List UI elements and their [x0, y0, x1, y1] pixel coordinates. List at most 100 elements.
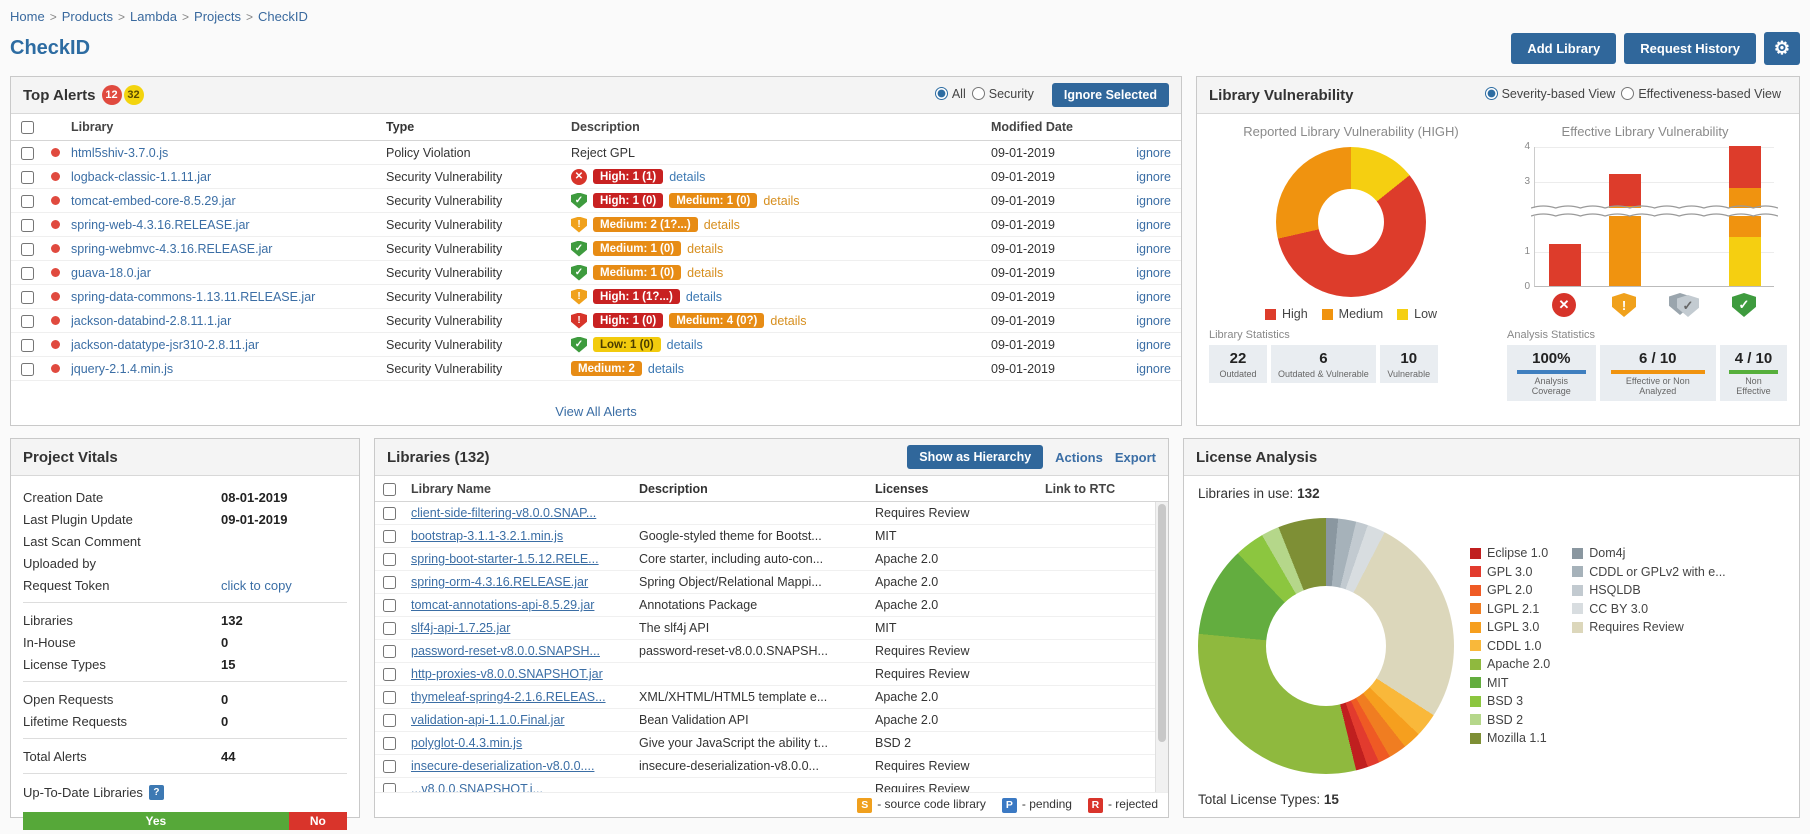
library-row-checkbox[interactable] [383, 622, 396, 635]
vulnerability-view-option[interactable]: Effectiveness-based View [1621, 87, 1781, 101]
library-name-link[interactable]: polyglot-0.4.3.min.js [411, 736, 522, 750]
alert-row-checkbox[interactable] [21, 339, 34, 352]
alerts-filter-radio[interactable] [972, 87, 985, 100]
ignore-link[interactable]: ignore [1136, 290, 1171, 304]
alerts-filter-option[interactable]: All [935, 87, 966, 101]
alert-row-checkbox[interactable] [21, 315, 34, 328]
vulnerability-view-radio[interactable] [1485, 87, 1498, 100]
library-row-checkbox[interactable] [383, 553, 396, 566]
alert-row-checkbox[interactable] [21, 195, 34, 208]
ignore-link[interactable]: ignore [1136, 170, 1171, 184]
settings-gear-button[interactable]: ⚙ [1764, 32, 1800, 65]
alert-row-checkbox[interactable] [21, 267, 34, 280]
vital-label: Request Token [23, 578, 221, 593]
details-link[interactable]: details [669, 170, 705, 184]
alert-library-link[interactable]: spring-webmvc-4.3.16.RELEASE.jar [71, 242, 272, 256]
library-name-link[interactable]: password-reset-v8.0.0.SNAPSH... [411, 644, 600, 658]
library-name-link[interactable]: spring-boot-starter-1.5.12.RELE... [411, 552, 599, 566]
library-row-checkbox[interactable] [383, 668, 396, 681]
ignore-link[interactable]: ignore [1136, 146, 1171, 160]
details-link[interactable]: details [687, 266, 723, 280]
library-row-checkbox[interactable] [383, 737, 396, 750]
library-row-checkbox[interactable] [383, 645, 396, 658]
library-name-link[interactable]: thymeleaf-spring4-2.1.6.RELEAS... [411, 690, 606, 704]
alert-library-link[interactable]: spring-web-4.3.16.RELEASE.jar [71, 218, 250, 232]
alert-library-link[interactable]: tomcat-embed-core-8.5.29.jar [71, 194, 236, 208]
show-as-hierarchy-button[interactable]: Show as Hierarchy [907, 445, 1043, 469]
ignore-selected-button[interactable]: Ignore Selected [1052, 83, 1169, 107]
alert-library-link[interactable]: jackson-datatype-jsr310-2.8.11.jar [71, 338, 259, 352]
request-token-copy-link[interactable]: click to copy [221, 578, 292, 593]
select-all-alerts-checkbox[interactable] [21, 121, 34, 134]
alert-library-link[interactable]: jackson-databind-2.8.11.1.jar [71, 314, 231, 328]
library-name-link[interactable]: ...v8.0.0.SNAPSHOT.j... [411, 782, 543, 792]
select-all-libraries-checkbox[interactable] [383, 483, 396, 496]
libraries-table-header: Library Name Description Licenses Link t… [375, 476, 1168, 502]
library-name-link[interactable]: validation-api-1.1.0.Final.jar [411, 713, 565, 727]
library-name-link[interactable]: http-proxies-v8.0.0.SNAPSHOT.jar [411, 667, 603, 681]
ignore-link[interactable]: ignore [1136, 338, 1171, 352]
alert-modified-date: 09-01-2019 [991, 170, 1111, 184]
library-row-checkbox[interactable] [383, 576, 396, 589]
alert-library-link[interactable]: html5shiv-3.7.0.js [71, 146, 168, 160]
alert-library-link[interactable]: guava-18.0.jar [71, 266, 151, 280]
alert-row-checkbox[interactable] [21, 243, 34, 256]
breadcrumb-link-home[interactable]: Home [10, 9, 45, 24]
library-name-link[interactable]: spring-orm-4.3.16.RELEASE.jar [411, 575, 588, 589]
library-name-link[interactable]: bootstrap-3.1.1-3.2.1.min.js [411, 529, 563, 543]
ignore-link[interactable]: ignore [1136, 242, 1171, 256]
alert-row-checkbox[interactable] [21, 147, 34, 160]
scrollbar-track[interactable] [1155, 502, 1168, 792]
details-link[interactable]: details [763, 194, 799, 208]
ignore-link[interactable]: ignore [1136, 194, 1171, 208]
scrollbar-thumb[interactable] [1158, 504, 1166, 742]
library-license: Requires Review [875, 759, 1045, 773]
library-row-checkbox[interactable] [383, 691, 396, 704]
details-link[interactable]: details [648, 362, 684, 376]
library-row-checkbox[interactable] [383, 599, 396, 612]
alert-row-checkbox[interactable] [21, 171, 34, 184]
alert-row-checkbox[interactable] [21, 291, 34, 304]
details-link[interactable]: details [704, 218, 740, 232]
alert-library-link[interactable]: logback-classic-1.1.11.jar [71, 170, 211, 184]
alert-row-checkbox[interactable] [21, 219, 34, 232]
alert-row-checkbox[interactable] [21, 363, 34, 376]
library-name-link[interactable]: tomcat-annotations-api-8.5.29.jar [411, 598, 594, 612]
ignore-link[interactable]: ignore [1136, 218, 1171, 232]
library-row-checkbox[interactable] [383, 714, 396, 727]
ignore-link[interactable]: ignore [1136, 266, 1171, 280]
details-link[interactable]: details [686, 290, 722, 304]
view-all-alerts-link[interactable]: View All Alerts [555, 404, 636, 419]
library-name-link[interactable]: slf4j-api-1.7.25.jar [411, 621, 510, 635]
alerts-filter-radio[interactable] [935, 87, 948, 100]
library-description: password-reset-v8.0.0.SNAPSH... [639, 644, 875, 658]
library-row-checkbox[interactable] [383, 507, 396, 520]
vulnerability-view-radio[interactable] [1621, 87, 1634, 100]
breadcrumb-link-products[interactable]: Products [62, 9, 113, 24]
actions-link[interactable]: Actions [1055, 450, 1103, 465]
library-row-checkbox[interactable] [383, 760, 396, 773]
breadcrumb-link-lambda[interactable]: Lambda [130, 9, 177, 24]
library-row-checkbox[interactable] [383, 530, 396, 543]
export-link[interactable]: Export [1115, 450, 1156, 465]
breadcrumb: Home>Products>Lambda>Projects>CheckID [10, 9, 1800, 24]
library-name-link[interactable]: insecure-deserialization-v8.0.0.... [411, 759, 594, 773]
add-library-button[interactable]: Add Library [1511, 33, 1616, 64]
ignore-link[interactable]: ignore [1136, 314, 1171, 328]
alerts-filter-option[interactable]: Security [972, 87, 1034, 101]
request-history-button[interactable]: Request History [1624, 33, 1756, 64]
library-name-link[interactable]: client-side-filtering-v8.0.0.SNAP... [411, 506, 596, 520]
license-donut-chart [1198, 518, 1454, 774]
alert-library-link[interactable]: jquery-2.1.4.min.js [71, 362, 173, 376]
library-row-checkbox[interactable] [383, 783, 396, 792]
vulnerability-view-option[interactable]: Severity-based View [1485, 87, 1616, 101]
breadcrumb-link-projects[interactable]: Projects [194, 9, 241, 24]
ignore-link[interactable]: ignore [1136, 362, 1171, 376]
details-link[interactable]: details [667, 338, 703, 352]
alert-library-link[interactable]: spring-data-commons-1.13.11.RELEASE.jar [71, 290, 315, 304]
legend-item: Low [1397, 307, 1437, 321]
help-icon[interactable]: ? [149, 785, 164, 800]
breadcrumb-link-checkid[interactable]: CheckID [258, 9, 308, 24]
details-link[interactable]: details [770, 314, 806, 328]
details-link[interactable]: details [687, 242, 723, 256]
